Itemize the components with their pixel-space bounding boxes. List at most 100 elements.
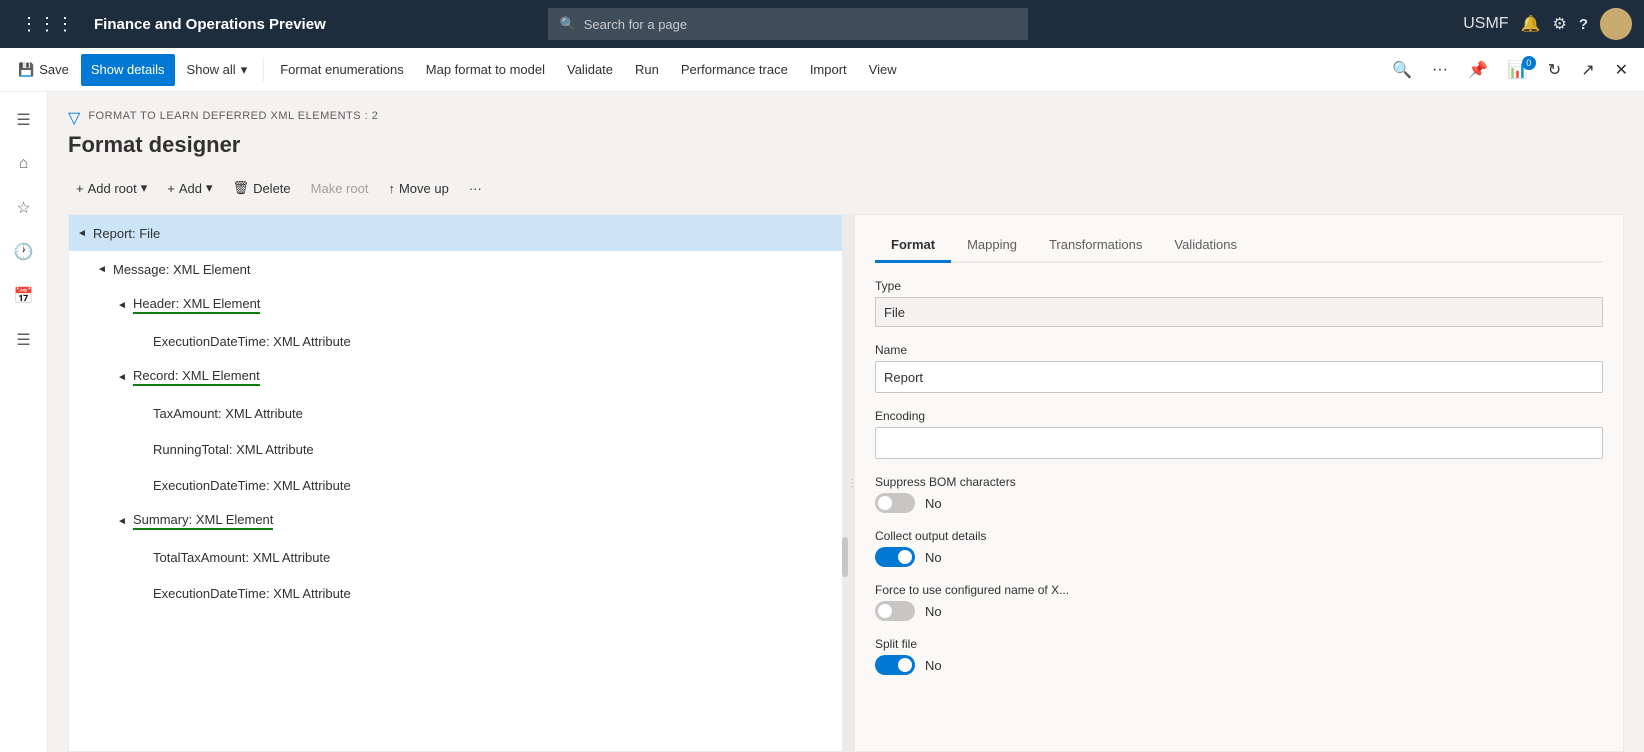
more-actions-button[interactable]: ···	[461, 174, 490, 202]
name-field-group: Name	[875, 343, 1603, 393]
split-file-toggle-row: No	[875, 655, 1603, 675]
tree-item-execution-datetime-header[interactable]: ExecutionDateTime: XML Attribute	[69, 323, 848, 359]
notification-bell-icon[interactable]: 🔔	[1521, 14, 1541, 34]
collapse-icon-report: ◄	[77, 228, 89, 239]
tab-validations[interactable]: Validations	[1158, 231, 1253, 263]
move-up-button[interactable]: ↑ Move up	[380, 174, 456, 202]
performance-trace-button[interactable]: Performance trace	[671, 54, 798, 86]
suppress-bom-toggle-knob	[878, 496, 892, 510]
more-button[interactable]: ···	[1424, 57, 1456, 83]
tree-item-tax-amount[interactable]: TaxAmount: XML Attribute	[69, 395, 848, 431]
sidebar-item-recent[interactable]: 🕐	[4, 232, 44, 272]
settings-gear-icon[interactable]: ⚙	[1552, 14, 1566, 34]
sidebar-item-workspaces[interactable]: 📅	[4, 276, 44, 316]
tab-transformations[interactable]: Transformations	[1033, 231, 1158, 263]
format-toolbar: + Add root ▾ + Add ▾ 🗑 Delete Make root …	[68, 174, 1624, 202]
tree-scrollbar[interactable]	[842, 215, 848, 751]
page-title: Format designer	[68, 132, 1624, 158]
sidebar-item-home[interactable]: ⌂	[4, 144, 44, 184]
suppress-bom-toggle[interactable]	[875, 493, 915, 513]
map-format-button[interactable]: Map format to model	[416, 54, 555, 86]
personalize-button[interactable]: 📌	[1460, 56, 1496, 84]
tree-item-label-total-tax: TotalTaxAmount: XML Attribute	[153, 550, 330, 565]
tree-panel: ◄ Report: File ◄ Message: XML Element ◄ …	[69, 215, 849, 751]
import-button[interactable]: Import	[800, 54, 857, 86]
force-name-field-group: Force to use configured name of X... No	[875, 583, 1603, 621]
collapse-icon-summary: ◄	[117, 516, 129, 527]
search-button[interactable]: 🔍	[1384, 56, 1420, 84]
usmf-label: USMF	[1463, 15, 1508, 33]
filter-icon[interactable]: ▽	[68, 108, 80, 128]
tab-mapping[interactable]: Mapping	[951, 231, 1033, 263]
split-file-field-group: Split file No	[875, 637, 1603, 675]
run-button[interactable]: Run	[625, 54, 669, 86]
grid-icon[interactable]: ⋮⋮⋮	[12, 10, 82, 39]
app-title: Finance and Operations Preview	[94, 16, 326, 33]
tree-item-execution-datetime-record[interactable]: ExecutionDateTime: XML Attribute	[69, 467, 848, 503]
analytics-button[interactable]: 📊 0	[1500, 56, 1536, 84]
add-root-button[interactable]: + Add root ▾	[68, 174, 155, 202]
top-bar-right: USMF 🔔 ⚙ ?	[1463, 8, 1632, 40]
encoding-label: Encoding	[875, 409, 1603, 423]
top-bar: ⋮⋮⋮ Finance and Operations Preview 🔍 Sea…	[0, 0, 1644, 48]
tree-item-summary[interactable]: ◄ Summary: XML Element	[69, 503, 848, 539]
tree-item-label-exec-summary: ExecutionDateTime: XML Attribute	[153, 586, 351, 601]
suppress-bom-toggle-row: No	[875, 493, 1603, 513]
add-button[interactable]: + Add ▾	[159, 174, 220, 202]
refresh-button[interactable]: ↻	[1540, 56, 1569, 84]
collect-output-toggle[interactable]	[875, 547, 915, 567]
tree-item-record[interactable]: ◄ Record: XML Element	[69, 359, 848, 395]
tree-item-execution-datetime-summary[interactable]: ExecutionDateTime: XML Attribute	[69, 575, 848, 611]
tree-item-label-report-file: Report: File	[93, 226, 160, 241]
map-format-label: Map format to model	[426, 62, 545, 77]
search-placeholder: Search for a page	[584, 17, 687, 32]
delete-button[interactable]: 🗑 Delete	[225, 174, 299, 202]
tree-item-running-total[interactable]: RunningTotal: XML Attribute	[69, 431, 848, 467]
import-label: Import	[810, 62, 847, 77]
tree-item-header[interactable]: ◄ Header: XML Element	[69, 287, 848, 323]
sidebar-item-favorites[interactable]: ☆	[4, 188, 44, 228]
view-button[interactable]: View	[859, 54, 907, 86]
make-root-button[interactable]: Make root	[303, 174, 377, 202]
show-all-chevron-icon: ▾	[241, 62, 248, 78]
force-name-toggle-knob	[878, 604, 892, 618]
tree-item-label-tax: TaxAmount: XML Attribute	[153, 406, 303, 421]
suppress-bom-label: Suppress BOM characters	[875, 475, 1603, 489]
show-details-button[interactable]: Show details	[81, 54, 175, 86]
save-button[interactable]: 💾 Save	[8, 54, 79, 86]
collapse-icon-record: ◄	[117, 372, 129, 383]
validate-button[interactable]: Validate	[557, 54, 623, 86]
help-icon[interactable]: ?	[1579, 16, 1588, 33]
format-enumerations-button[interactable]: Format enumerations	[270, 54, 414, 86]
tree-item-report-file[interactable]: ◄ Report: File	[69, 215, 848, 251]
show-all-button[interactable]: Show all ▾	[177, 54, 258, 86]
close-button[interactable]: ✕	[1607, 56, 1636, 84]
add-label: Add	[179, 181, 202, 196]
collect-output-field-group: Collect output details No	[875, 529, 1603, 567]
move-up-arrow-icon: ↑	[388, 181, 395, 196]
split-file-toggle[interactable]	[875, 655, 915, 675]
show-all-label: Show all	[187, 62, 236, 77]
tree-scrollbar-thumb	[842, 537, 848, 577]
validate-label: Validate	[567, 62, 613, 77]
split-file-value: No	[925, 658, 942, 673]
sidebar-item-menu[interactable]: ☰	[4, 100, 44, 140]
tree-item-label-message: Message: XML Element	[113, 262, 251, 277]
tree-item-message[interactable]: ◄ Message: XML Element	[69, 251, 848, 287]
tab-format[interactable]: Format	[875, 231, 951, 263]
search-bar[interactable]: 🔍 Search for a page	[548, 8, 1028, 40]
open-new-button[interactable]: ↗	[1573, 56, 1602, 84]
name-input[interactable]	[875, 361, 1603, 393]
panel-tabs: Format Mapping Transformations Validatio…	[875, 231, 1603, 263]
sidebar-item-modules[interactable]: ☰	[4, 320, 44, 360]
suppress-bom-field-group: Suppress BOM characters No	[875, 475, 1603, 513]
force-name-toggle[interactable]	[875, 601, 915, 621]
tree-item-total-tax[interactable]: TotalTaxAmount: XML Attribute	[69, 539, 848, 575]
encoding-input[interactable]	[875, 427, 1603, 459]
avatar[interactable]	[1600, 8, 1632, 40]
force-name-toggle-row: No	[875, 601, 1603, 621]
add-chevron-icon: ▾	[206, 180, 213, 196]
tree-item-label-exec-record: ExecutionDateTime: XML Attribute	[153, 478, 351, 493]
content-area: ▽ FORMAT TO LEARN DEFERRED XML ELEMENTS …	[48, 92, 1644, 752]
main-layout: ☰ ⌂ ☆ 🕐 📅 ☰ ▽ FORMAT TO LEARN DEFERRED X…	[0, 92, 1644, 752]
